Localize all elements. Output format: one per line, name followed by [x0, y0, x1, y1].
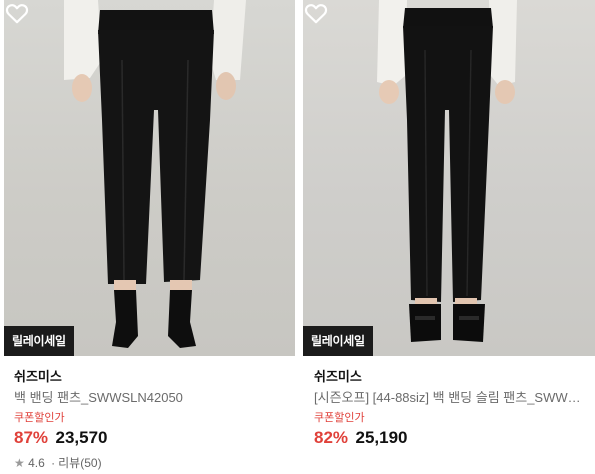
rating-value: 4.6	[28, 456, 45, 470]
sale-price: 25,190	[355, 428, 408, 447]
product-info: 쉬즈미스 백 밴딩 팬츠_SWWSLN42050 쿠폰할인가 87% 23,57…	[14, 368, 290, 471]
price-row: 87% 23,570	[14, 427, 290, 449]
product-grid: 릴레이세일 쉬즈미스 백 밴딩 팬츠_SWWSLN42050 쿠폰할인가 87%…	[0, 0, 595, 474]
coupon-label: 쿠폰할인가	[314, 412, 365, 424]
model-photo-illustration	[64, 0, 246, 348]
sale-price: 23,570	[55, 428, 108, 447]
discount-rate: 82%	[314, 428, 349, 447]
sale-badge: 릴레이세일	[303, 326, 373, 356]
coupon-label: 쿠폰할인가	[14, 412, 65, 424]
product-card[interactable]: 릴레이세일 쉬즈미스 백 밴딩 팬츠_SWWSLN42050 쿠폰할인가 87%…	[0, 0, 298, 474]
sale-badge: 릴레이세일	[4, 326, 74, 356]
heart-outline-icon[interactable]	[4, 0, 30, 26]
product-image[interactable]: 릴레이세일	[4, 0, 295, 356]
rating-row: ★ 4.6 · 리뷰(50)	[14, 455, 290, 471]
star-icon: ★	[14, 456, 25, 470]
product-info: 쉬즈미스 [시즌오프] [44-88siz] 백 밴딩 슬림 팬츠_SWWSLN…	[314, 368, 587, 449]
discount-rate: 87%	[14, 428, 49, 447]
review-count[interactable]: 리뷰(50)	[58, 456, 101, 470]
brand-name[interactable]: 쉬즈미스	[314, 368, 587, 386]
price-row: 82% 25,190	[314, 427, 587, 449]
product-card[interactable]: 릴레이세일 쉬즈미스 [시즌오프] [44-88siz] 백 밴딩 슬림 팬츠_…	[300, 0, 595, 474]
product-name[interactable]: 백 밴딩 팬츠_SWWSLN42050	[14, 389, 286, 407]
brand-name[interactable]: 쉬즈미스	[14, 368, 290, 386]
heart-outline-icon[interactable]	[303, 0, 329, 26]
separator-dot: ·	[51, 456, 56, 470]
model-photo-illustration	[377, 0, 517, 342]
product-name[interactable]: [시즌오프] [44-88siz] 백 밴딩 슬림 팬츠_SWWSLN42050	[314, 389, 586, 407]
product-image[interactable]: 릴레이세일	[303, 0, 595, 356]
